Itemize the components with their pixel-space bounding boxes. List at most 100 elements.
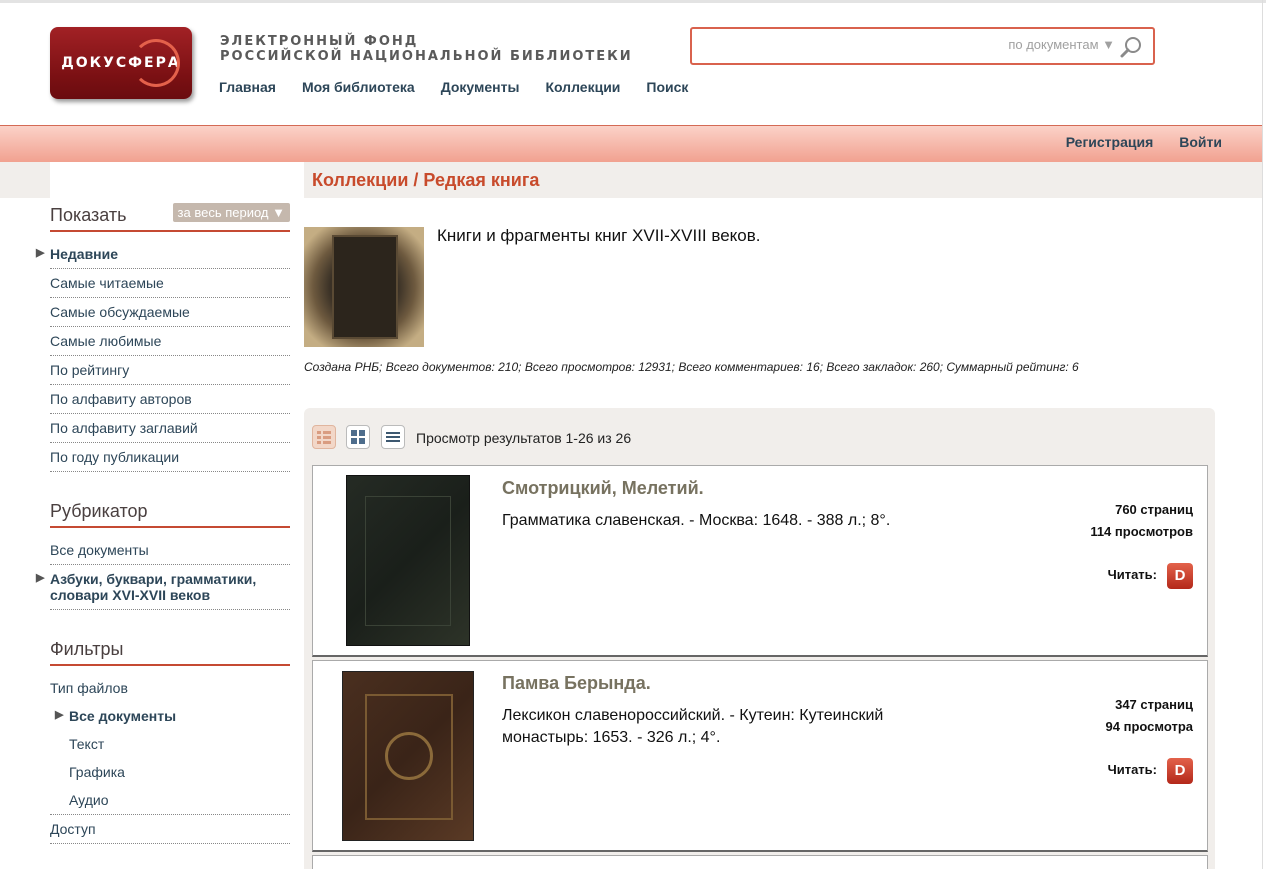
site-title-line1: ЭЛЕКТРОННЫЙ ФОНД xyxy=(220,34,419,49)
auth-links: Регистрация Войти xyxy=(1040,134,1222,150)
filters-section-header: Фильтры xyxy=(50,634,290,666)
show-item-label: По рейтингу xyxy=(50,362,130,378)
file-type-audio[interactable]: Аудио xyxy=(50,786,290,814)
access-list: Доступ xyxy=(50,815,290,844)
sidebar-header-spacer xyxy=(50,162,304,198)
show-item-label: Недавние xyxy=(50,246,119,262)
rubric-alphabets-grammars[interactable]: ▶ Азбуки, буквари, грамматики, словари XV… xyxy=(36,565,290,610)
collection-thumbnail xyxy=(304,227,424,347)
result-description: Лексикон славенороссийский. - Кутеин: Ку… xyxy=(502,707,884,746)
show-item-by-year[interactable]: По году публикации xyxy=(50,443,290,472)
result-pages: 760 страниц xyxy=(1115,502,1193,517)
file-type-label: Графика xyxy=(69,764,125,780)
results-count: Просмотр результатов 1-26 из 26 xyxy=(416,430,632,446)
show-list: ▶ Недавние Самые читаемые Самые обсуждаем… xyxy=(36,240,290,472)
read-label: Читать: xyxy=(1107,762,1157,777)
show-item-by-author[interactable]: По алфавиту авторов xyxy=(50,385,290,414)
sidebar: Показать за весь период ▼ ▶ Недавние Самы… xyxy=(36,200,290,844)
file-type-all[interactable]: ▶ Все документы xyxy=(50,702,290,730)
view-list-button[interactable] xyxy=(381,425,405,449)
search-icon[interactable] xyxy=(1119,35,1143,59)
file-type-label: Все документы xyxy=(69,708,177,724)
collection-stats: Создана РНБ; Всего документов: 210; Всег… xyxy=(304,360,1079,374)
result-views: 94 просмотра xyxy=(1105,719,1193,734)
active-arrow-icon: ▶ xyxy=(36,247,45,259)
filter-access[interactable]: Доступ xyxy=(50,815,290,844)
cover-frame xyxy=(365,496,451,626)
read-document-icon[interactable]: D xyxy=(1167,758,1193,784)
rubricator-list: Все документы ▶ Азбуки, буквари, граммати… xyxy=(36,536,290,610)
file-type-label: Аудио xyxy=(69,792,109,808)
show-item-label: Самые обсуждаемые xyxy=(50,304,190,320)
result-author-link[interactable]: Памва Берында. xyxy=(502,673,651,694)
show-item-most-discussed[interactable]: Самые обсуждаемые xyxy=(50,298,290,327)
file-type-graphics[interactable]: Графика xyxy=(50,758,290,786)
view-list-detailed-button[interactable] xyxy=(312,425,336,449)
result-card[interactable] xyxy=(312,855,1208,869)
user-bar: Регистрация Войти xyxy=(0,125,1262,162)
main-nav: Главная Моя библиотека Документы Коллекц… xyxy=(219,79,714,95)
filter-file-type[interactable]: Тип файлов xyxy=(50,674,290,702)
list-icon xyxy=(386,432,400,442)
breadcrumb: Коллекции / Редкая книга xyxy=(312,170,540,190)
search-box: по документам ▼ xyxy=(690,27,1155,65)
rubric-label: Все документы xyxy=(50,542,149,558)
results-panel: Просмотр результатов 1-26 из 26 Смотрицк… xyxy=(304,408,1215,869)
active-arrow-icon: ▶ xyxy=(55,709,64,721)
result-author-link[interactable]: Смотрицкий, Мелетий. xyxy=(502,478,704,499)
show-item-label: Самые читаемые xyxy=(50,275,164,291)
search-scope-select[interactable]: по документам ▼ xyxy=(1008,37,1115,52)
active-arrow-icon: ▶ xyxy=(36,572,45,584)
show-item-recent[interactable]: ▶ Недавние xyxy=(36,240,290,269)
nav-collections[interactable]: Коллекции xyxy=(545,79,620,95)
show-item-label: По алфавиту заглавий xyxy=(50,420,198,436)
show-item-favorites[interactable]: Самые любимые xyxy=(50,327,290,356)
show-item-most-read[interactable]: Самые читаемые xyxy=(50,269,290,298)
rubric-all-documents[interactable]: Все документы xyxy=(50,536,290,565)
show-title: Показать xyxy=(50,205,127,225)
logo-ring-graphic xyxy=(132,39,180,87)
read-label: Читать: xyxy=(1107,567,1157,582)
nav-search[interactable]: Поиск xyxy=(646,79,688,95)
show-item-label: Самые любимые xyxy=(50,333,162,349)
nav-my-library[interactable]: Моя библиотека xyxy=(302,79,415,95)
register-link[interactable]: Регистрация xyxy=(1066,134,1154,150)
site-title-line2: РОССИЙСКОЙ НАЦИОНАЛЬНОЙ БИБЛИОТЕКИ xyxy=(220,49,633,64)
page-edge xyxy=(1262,0,1263,869)
result-card[interactable]: Смотрицкий, Мелетий. Грамматика славенск… xyxy=(312,465,1208,657)
period-dropdown[interactable]: за весь период ▼ xyxy=(172,203,290,222)
list-detailed-icon xyxy=(317,431,331,444)
show-section-header: Показать за весь период ▼ xyxy=(50,200,290,232)
filters-list: Тип файлов xyxy=(50,674,290,702)
show-item-by-rating[interactable]: По рейтингу xyxy=(50,356,290,385)
file-type-text[interactable]: Текст xyxy=(50,730,290,758)
nav-home[interactable]: Главная xyxy=(219,79,276,95)
result-description: Грамматика славенская. - Москва: 1648. -… xyxy=(502,512,891,529)
filter-label: Доступ xyxy=(50,821,96,837)
result-card[interactable]: Памва Берында. Лексикон славенороссийски… xyxy=(312,660,1208,852)
dokusfera-logo[interactable]: ДОКУСФЕРА xyxy=(50,27,192,99)
top-border xyxy=(0,0,1266,3)
file-type-label: Текст xyxy=(69,736,105,752)
site-title: ЭЛЕКТРОННЫЙ ФОНД РОССИЙСКОЙ НАЦИОНАЛЬНОЙ… xyxy=(220,34,633,64)
book-cover-image[interactable] xyxy=(342,671,474,841)
cover-medallion xyxy=(385,732,433,780)
book-cover-image[interactable] xyxy=(346,475,470,646)
grid-icon xyxy=(351,430,365,444)
result-views: 114 просмотров xyxy=(1090,524,1193,539)
nav-documents[interactable]: Документы xyxy=(441,79,520,95)
collection-thumbnail-engraving xyxy=(332,235,398,339)
file-type-list: ▶ Все документы Текст Графика Аудио xyxy=(50,702,290,815)
breadcrumb-strip: Коллекции / Редкая книга xyxy=(0,162,1262,198)
show-item-by-title[interactable]: По алфавиту заглавий xyxy=(50,414,290,443)
search-input[interactable] xyxy=(697,33,987,59)
view-grid-button[interactable] xyxy=(346,425,370,449)
rubric-label: Азбуки, буквари, грамматики, словари XVI… xyxy=(50,571,257,603)
show-item-label: По году публикации xyxy=(50,449,180,465)
show-item-label: По алфавиту авторов xyxy=(50,391,192,407)
rubricator-section-header: Рубрикатор xyxy=(50,496,290,528)
result-pages: 347 страниц xyxy=(1115,697,1193,712)
filters-title: Фильтры xyxy=(50,639,124,659)
read-document-icon[interactable]: D xyxy=(1167,563,1193,589)
login-link[interactable]: Войти xyxy=(1179,134,1222,150)
